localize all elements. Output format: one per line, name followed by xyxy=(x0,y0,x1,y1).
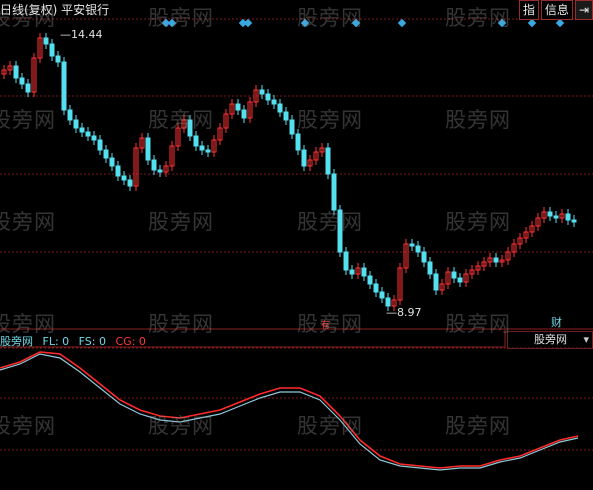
candle-body xyxy=(457,277,463,283)
candle-body xyxy=(235,103,241,111)
candle-body xyxy=(145,137,151,161)
cg-value: CG: 0 xyxy=(115,335,146,348)
candle-body xyxy=(409,243,415,247)
candle-body xyxy=(55,55,61,63)
signal-diamond xyxy=(243,18,253,28)
financial-icon[interactable]: 财 xyxy=(551,314,562,330)
candle-body xyxy=(103,149,109,159)
low-price-label: —8.97 xyxy=(386,306,422,319)
candle-body xyxy=(13,65,19,79)
candle-body xyxy=(115,165,121,177)
candle-body xyxy=(85,131,91,137)
candle-body xyxy=(451,271,457,279)
candle-body xyxy=(433,273,439,291)
candle-body xyxy=(367,275,373,285)
candle-body xyxy=(379,291,385,299)
candle-body xyxy=(547,211,553,217)
candle-body xyxy=(295,133,301,151)
candle-body xyxy=(337,209,343,253)
info-button[interactable]: 信息 xyxy=(540,0,573,20)
candle-body xyxy=(97,139,103,151)
signal-diamond xyxy=(527,18,537,28)
collapse-icon[interactable]: ⇥ xyxy=(574,0,593,20)
high-price-label: —14.44 xyxy=(60,28,103,41)
event-mark[interactable]: 有 xyxy=(321,318,330,331)
candle-body xyxy=(565,213,571,221)
kline-chart[interactable] xyxy=(0,0,593,490)
candle-body xyxy=(25,83,31,93)
candle-body xyxy=(361,267,367,277)
candle-body xyxy=(199,145,205,151)
signal-diamond xyxy=(351,18,361,28)
candle-body xyxy=(349,269,355,275)
indicator-name[interactable]: 股旁网 xyxy=(0,335,33,348)
candle-body xyxy=(259,89,265,95)
candle-body xyxy=(151,159,157,171)
fs-value: FS: 0 xyxy=(78,335,106,348)
candle-body xyxy=(301,149,307,167)
signal-diamond xyxy=(397,18,407,28)
candle-body xyxy=(283,111,289,121)
chart-title: 日线(复权) 平安银行 xyxy=(0,3,110,17)
candle-body xyxy=(571,219,577,223)
candle-body xyxy=(493,257,499,263)
candle-body xyxy=(187,119,193,137)
candle-body xyxy=(277,103,283,113)
indicator-select-value: 股旁网 xyxy=(534,333,567,346)
signal-diamond xyxy=(555,18,565,28)
candle-body xyxy=(19,77,25,85)
toolbar: 指 信息 ⇥ xyxy=(517,0,593,20)
fs-line xyxy=(0,353,579,471)
candle-body xyxy=(553,215,559,219)
signal-diamond xyxy=(300,18,310,28)
candle-body xyxy=(91,135,97,141)
candle-body xyxy=(121,175,127,181)
candle-body xyxy=(109,157,115,167)
signal-diamond xyxy=(497,18,507,28)
candle-body xyxy=(127,179,133,187)
candle-body xyxy=(289,119,295,135)
candle-body xyxy=(79,127,85,133)
candle-body xyxy=(43,37,49,45)
candle-body xyxy=(343,251,349,271)
candle-body xyxy=(385,297,391,307)
candle-body xyxy=(265,93,271,101)
candle-body xyxy=(49,43,55,57)
candle-body xyxy=(331,173,337,211)
candle-body xyxy=(271,99,277,105)
candle-body xyxy=(205,149,211,153)
candle-body xyxy=(67,109,73,121)
candle-body xyxy=(241,109,247,119)
candle-body xyxy=(157,169,163,173)
chevron-down-icon: ▾ xyxy=(583,333,589,346)
fl-line xyxy=(0,351,579,469)
candle-body xyxy=(193,135,199,147)
signal-diamond xyxy=(167,18,177,28)
candle-body xyxy=(325,147,331,175)
candle-body xyxy=(427,261,433,275)
candle-body xyxy=(373,283,379,293)
indicator-select[interactable]: 股旁网 ▾ xyxy=(507,331,593,349)
indicator-legend: 股旁网 FL: 0 FS: 0 CG: 0 xyxy=(0,333,152,349)
candle-body xyxy=(421,251,427,263)
fl-value: FL: 0 xyxy=(42,335,70,348)
candle-body xyxy=(73,119,79,129)
candle-body xyxy=(61,61,67,111)
indicator-button[interactable]: 指 xyxy=(518,0,539,20)
candle-body xyxy=(415,245,421,253)
